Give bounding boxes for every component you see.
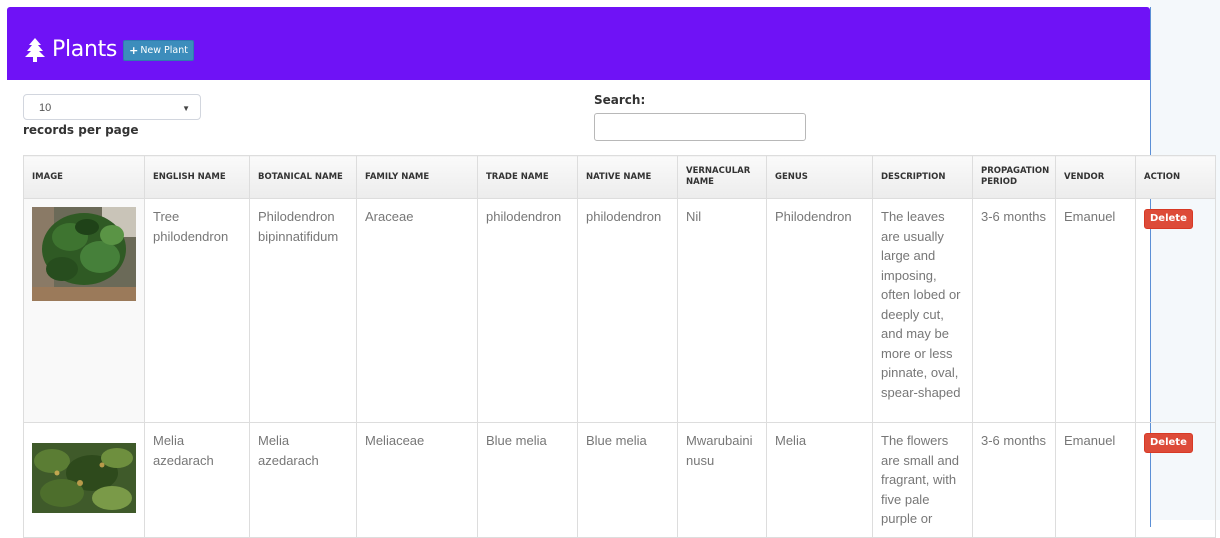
column-header-english-name[interactable]: English Name — [144, 155, 250, 199]
vernacular-name-cell: Nil — [677, 198, 767, 423]
trade-name-cell: philodendron — [477, 198, 578, 423]
table-header-row: Image English Name Botanical Name Family… — [23, 155, 1216, 199]
plant-photo-melia — [32, 443, 136, 513]
column-header-trade-name[interactable]: Trade Name — [477, 155, 578, 199]
column-header-propagation-period[interactable]: Propagation Period — [972, 155, 1056, 199]
plant-photo-philodendron — [32, 207, 136, 301]
page-title: Plants — [52, 37, 118, 62]
plants-table: Image English Name Botanical Name Family… — [23, 155, 1216, 538]
family-name-cell: Araceae — [356, 198, 478, 423]
vendor-cell: Emanuel — [1055, 198, 1136, 423]
title-wrap: Plants + New Plant — [24, 37, 194, 62]
records-per-page-label: records per page — [23, 123, 139, 137]
search-label: Search: — [594, 93, 646, 107]
delete-button[interactable]: Delete — [1144, 209, 1193, 229]
column-header-vendor[interactable]: Vendor — [1055, 155, 1136, 199]
column-header-family-name[interactable]: Family Name — [356, 155, 478, 199]
records-per-page-select[interactable]: 10 ▼ — [23, 94, 201, 120]
column-header-botanical-name[interactable]: Botanical Name — [249, 155, 357, 199]
new-plant-label: New Plant — [140, 45, 188, 56]
records-per-page-value: 10 — [39, 102, 52, 114]
caret-down-icon: ▼ — [182, 104, 190, 113]
tree-icon — [25, 37, 45, 62]
table-row: Tree philodendron Philodendron bipinnati… — [23, 198, 1216, 423]
plant-image-cell — [23, 198, 145, 423]
column-header-vernacular-name[interactable]: Vernacular Name — [677, 155, 767, 199]
column-header-image[interactable]: Image — [23, 155, 145, 199]
search-input[interactable] — [594, 113, 806, 141]
propagation-period-cell: 3-6 months — [972, 198, 1056, 423]
column-header-genus[interactable]: Genus — [766, 155, 873, 199]
delete-button[interactable]: Delete — [1144, 433, 1193, 453]
new-plant-button[interactable]: + New Plant — [123, 40, 194, 61]
action-cell: Delete — [1135, 198, 1216, 423]
column-header-description[interactable]: Description — [872, 155, 973, 199]
english-name-cell: Tree philodendron — [144, 198, 250, 423]
plants-card: Plants + New Plant 10 ▼ records per page… — [7, 7, 1216, 538]
native-name-cell: philodendron — [577, 198, 678, 423]
description-cell: The leaves are usually large and imposin… — [872, 198, 973, 423]
plus-icon: + — [129, 44, 139, 57]
botanical-name-cell: Philodendron bipinnatifidum — [249, 198, 357, 423]
column-header-action: Action — [1135, 155, 1216, 199]
column-header-native-name[interactable]: Native Name — [577, 155, 678, 199]
genus-cell: Philodendron — [766, 198, 873, 423]
card-header: Plants + New Plant — [7, 7, 1150, 80]
